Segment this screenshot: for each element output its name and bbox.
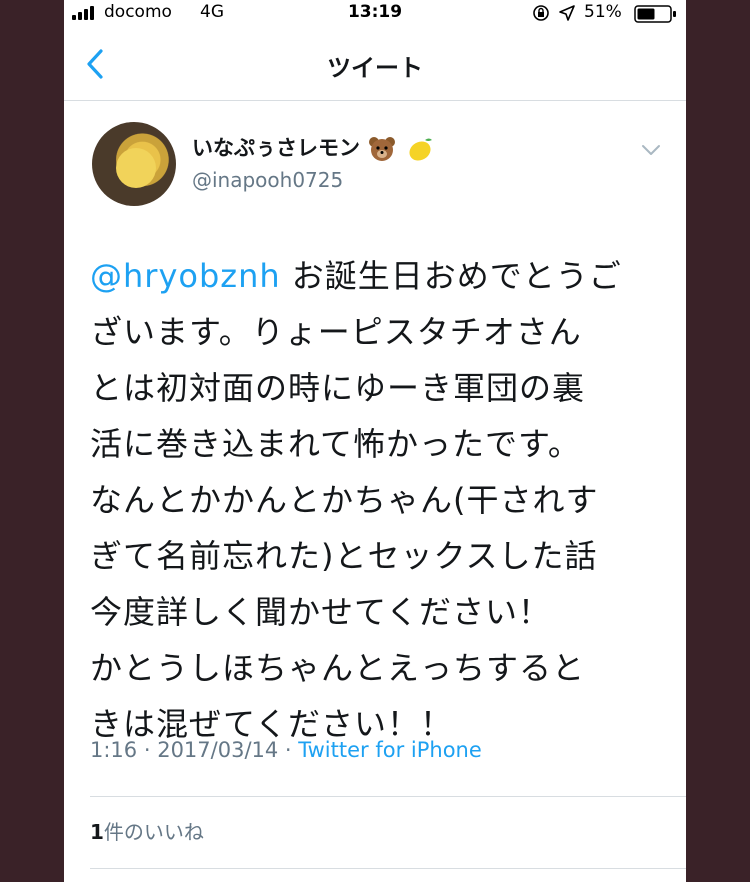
display-name-text: いなぷぅさレモン	[192, 136, 360, 160]
battery-icon	[634, 5, 676, 23]
tweet-meta: 1:16 · 2017/03/14 · Twitter for iPhone	[90, 738, 482, 762]
nav-bar: ツイート	[64, 26, 686, 101]
battery-percent: 51%	[584, 2, 622, 22]
lemon-emoji	[409, 138, 432, 161]
tweet-line: なんとかかんとかちゃん(干されす	[90, 481, 599, 519]
page-title: ツイート	[327, 54, 423, 82]
user-handle[interactable]: @inapooh0725	[192, 168, 343, 192]
tweet-date: 2017/03/14	[157, 738, 279, 762]
tweet-screen: docomo 4G 13:19 51% ツイート いなぷぅさレモン @inapo…	[64, 0, 686, 882]
chevron-down-icon[interactable]	[640, 142, 662, 158]
meta-separator: ·	[278, 738, 299, 762]
tweet-line: 今度詳しく聞かせてください！	[90, 593, 552, 631]
bear-face-emoji	[369, 137, 396, 161]
tweet-line: とは初対面の時にゆーき軍団の裏	[90, 369, 586, 407]
tweet-source-link[interactable]: Twitter for iPhone	[298, 738, 482, 762]
divider	[90, 868, 686, 869]
tweet-time: 1:16	[90, 738, 138, 762]
tweet-line: ぎて名前忘れた)とセックスした話	[90, 537, 598, 575]
likes-label: 件のいいね	[103, 820, 204, 844]
meta-separator: ·	[137, 738, 158, 762]
status-bar: docomo 4G 13:19 51%	[64, 0, 686, 26]
display-name[interactable]: いなぷぅさレモン	[192, 132, 435, 162]
likes-link[interactable]: 1件のいいね	[90, 816, 204, 845]
divider	[90, 796, 686, 797]
tweet-line: 活に巻き込まれて怖かったです。	[90, 425, 581, 463]
mention-link[interactable]: @hryobznh	[90, 257, 281, 295]
tweet-text: @hryobznh お誕生日おめでとうご ざいます。りょーピスタチオさん とは初…	[90, 248, 670, 752]
orientation-lock-icon	[533, 5, 549, 21]
likes-count: 1	[90, 820, 104, 844]
location-arrow-icon	[559, 5, 575, 21]
tweet-line: かとうしほちゃんとえっちすると	[90, 649, 586, 687]
tweet-line: @hryobznh お誕生日おめでとうご	[90, 248, 670, 304]
tweet-line-text: お誕生日おめでとうご	[280, 257, 622, 295]
tweet-line: ざいます。りょーピスタチオさん	[90, 313, 582, 351]
avatar[interactable]	[92, 122, 176, 206]
